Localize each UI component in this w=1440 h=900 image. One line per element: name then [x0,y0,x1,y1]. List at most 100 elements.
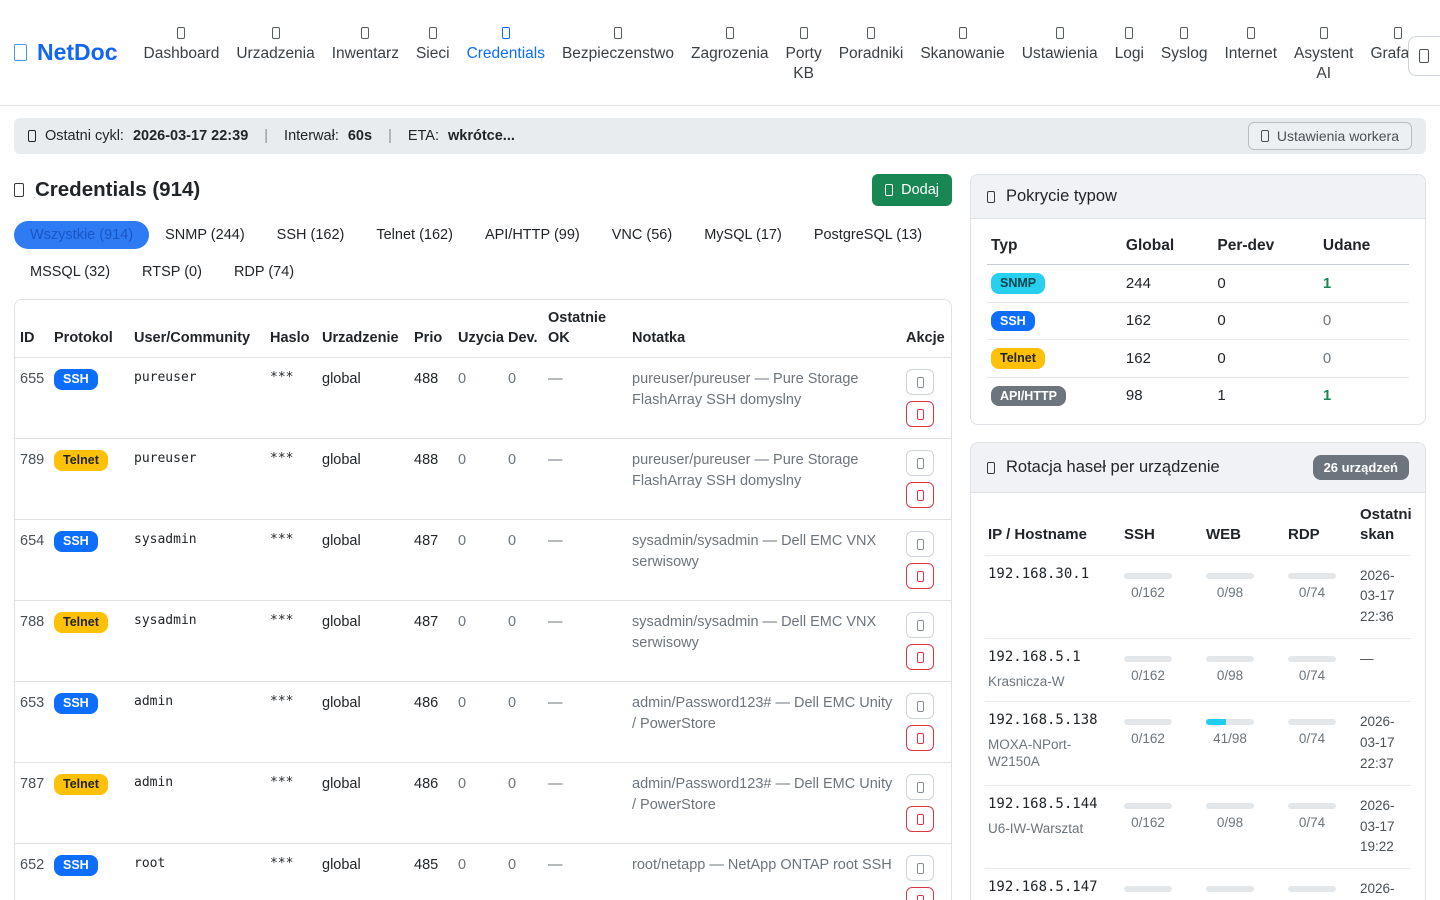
cred-note: admin/Password123# — Dell EMC Unity / Po… [627,682,901,763]
edit-credential-button[interactable] [906,531,934,557]
cred-protocol-cell: Telnet [49,439,129,520]
nav-item-inwentarz[interactable]: Inwentarz [332,21,399,64]
poradniki-icon [867,27,875,39]
nav-item-internet[interactable]: Internet [1224,21,1277,64]
add-credential-button[interactable]: Dodaj [872,174,952,206]
delete-credential-button[interactable] [906,725,934,751]
trash-icon [917,652,924,663]
nav-item-label: Sieci [416,44,450,64]
filter-pill-ssh-162[interactable]: SSH (162) [261,221,361,249]
worker-settings-button[interactable]: Ustawienia workera [1248,122,1412,150]
cred-password-masked: *** [265,439,317,520]
edit-credential-button[interactable] [906,693,934,719]
nav-item-credentials[interactable]: Credentials [467,21,545,64]
filter-pill-api-http-99[interactable]: API/HTTP (99) [469,221,596,249]
nav-item-bezpieczenstwo[interactable]: Bezpieczenstwo [562,21,674,64]
coverage-card-header: Pokrycie typow [971,175,1425,219]
cred-dev-count: 0 [503,601,543,682]
device-cell: 192.168.5.144U6-IW-Warsztat [985,785,1121,869]
filter-pill-mssql-32[interactable]: MSSQL (32) [14,258,126,286]
nav-item-dashboard[interactable]: Dashboard [144,21,220,64]
filter-pill-vnc-56[interactable]: VNC (56) [596,221,688,249]
col-header-dev: Dev. [503,300,543,358]
edit-credential-button[interactable] [906,369,934,395]
nav-item-sieci[interactable]: Sieci [416,21,450,64]
cred-note: root/netapp — NetApp ONTAP root SSH [627,844,901,900]
col-header-protokol: Protokol [49,300,129,358]
nav-item-ustawienia[interactable]: Ustawienia [1022,21,1098,64]
protocol-badge: SSH [54,369,98,390]
porty-kb-icon [800,27,808,39]
cred-id: 652 [15,844,49,900]
rotation-col-rdp: RDP [1285,495,1357,555]
trash-icon [917,571,924,582]
nav-item-poradniki[interactable]: Poradniki [839,21,904,64]
gear-icon [1261,130,1269,142]
cred-device: global [317,520,409,601]
delete-credential-button[interactable] [906,482,934,508]
cred-prio: 486 [409,682,453,763]
edit-icon [917,701,924,712]
cred-dev-count: 0 [503,358,543,439]
bezpieczenstwo-icon [614,27,622,39]
cred-device: global [317,601,409,682]
filter-pill-postgresql-13[interactable]: PostgreSQL (13) [798,221,938,249]
rdp-progress-bar [1288,656,1336,662]
cred-protocol-cell: Telnet [49,601,129,682]
col-header-id: ID [15,300,49,358]
rdp-cell: 0/74 [1285,785,1357,869]
ustawienia-icon [1056,27,1064,39]
filter-pill-telnet-162[interactable]: Telnet (162) [360,221,469,249]
delete-credential-button[interactable] [906,806,934,832]
nav-item-urzadzenia[interactable]: Urzadzenia [236,21,314,64]
delete-credential-button[interactable] [906,401,934,427]
nav-item-skanowanie[interactable]: Skanowanie [920,21,1004,64]
cred-actions-cell [901,601,951,682]
key-icon [14,183,24,197]
brand[interactable]: NetDoc [14,39,118,66]
cred-last-ok: — [543,763,627,844]
edit-icon [917,863,924,874]
sidebar: Pokrycie typow TypGlobalPer-devUdane SNM… [970,174,1426,900]
filter-pill-rdp-74[interactable]: RDP (74) [218,258,310,286]
nav-overflow-button[interactable] [1408,36,1440,76]
web-cell: 0/98 [1203,639,1285,702]
nav-item-porty-kb[interactable]: Porty KB [786,21,822,84]
device-ip: 192.168.30.1 [988,566,1118,582]
rotation-card-header: Rotacja haseł per urządzenie 26 urządzeń [971,443,1425,493]
nav-item-zagrozenia[interactable]: Zagrozenia [691,21,769,64]
filter-pill-wszystkie-914[interactable]: Wszystkie (914) [14,221,149,249]
filter-pill-rtsp-0[interactable]: RTSP (0) [126,258,218,286]
filter-pill-snmp-244[interactable]: SNMP (244) [149,221,261,249]
cred-actions-cell [901,844,951,900]
device-ip: 192.168.5.147 [988,879,1118,895]
edit-credential-button[interactable] [906,855,934,881]
filter-pill-mysql-17[interactable]: MySQL (17) [688,221,798,249]
eta-value: wkrótce... [448,128,515,144]
rotation-col-web: WEB [1203,495,1285,555]
type-badge: API/HTTP [991,386,1066,407]
nav-item-syslog[interactable]: Syslog [1161,21,1208,64]
nav-item-label: Urzadzenia [236,44,314,64]
delete-credential-button[interactable] [906,644,934,670]
delete-credential-button[interactable] [906,563,934,589]
nav-item-logi[interactable]: Logi [1115,21,1144,64]
edit-credential-button[interactable] [906,450,934,476]
delete-credential-button[interactable] [906,887,934,900]
last-scan: — [1357,639,1411,702]
nav-item-label: Zagrozenia [691,44,769,64]
brand-label: NetDoc [37,39,118,66]
cred-password-masked: *** [265,520,317,601]
rotation-row: 192.168.5.144U6-IW-Warsztat0/1620/980/74… [985,785,1411,869]
rdp-progress-label: 0/74 [1288,731,1336,746]
ssh-progress-label: 0/162 [1124,731,1172,746]
coverage-card: Pokrycie typow TypGlobalPer-devUdane SNM… [970,174,1426,425]
edit-credential-button[interactable] [906,774,934,800]
syslog-icon [1180,27,1188,39]
rdp-progress-label: 0/74 [1288,815,1336,830]
device-cell: 192.168.30.1 [985,555,1121,639]
col-header-akcje: Akcje [901,300,951,358]
edit-credential-button[interactable] [906,612,934,638]
col-header-haslo: Haslo [265,300,317,358]
nav-item-asystent-ai[interactable]: Asystent AI [1294,21,1353,84]
